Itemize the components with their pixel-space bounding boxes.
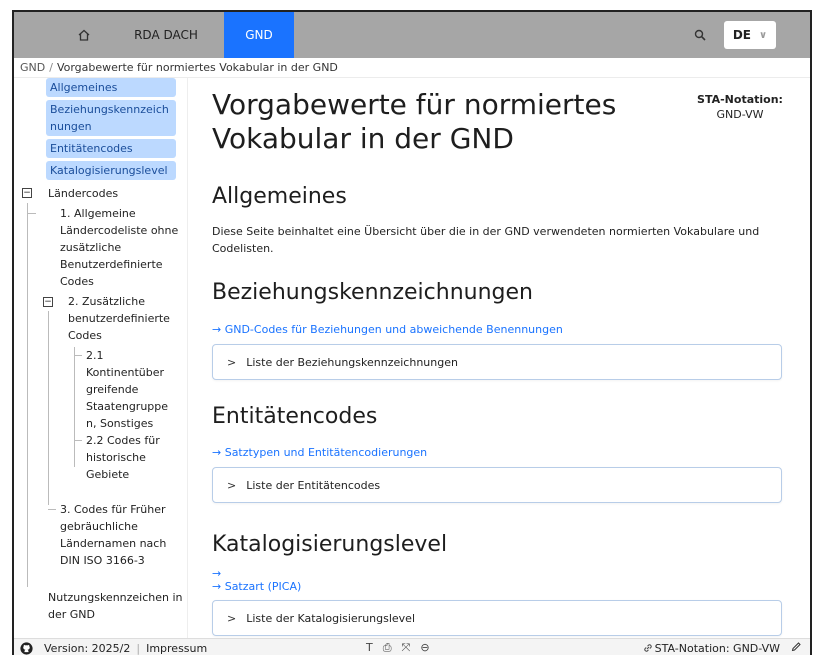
chevron-down-icon: ∨ (759, 29, 768, 41)
footer-tools: T ⎙ ⤧ ⊖ (366, 641, 430, 655)
sidebar-item-label: 3. Codes für Früher gebräuchliche Länder… (60, 503, 167, 567)
footer-sta-notation-label: STA-Notation: GND-VW (654, 641, 780, 655)
sidebar-item-kontinentuebergreifende[interactable]: 2.1 Kontinentüber greifende Staatengrupp… (86, 347, 176, 432)
sidebar-item-fruehere-laendernamen[interactable]: 3. Codes für Früher gebräuchliche Länder… (60, 501, 184, 569)
footer-sta-notation[interactable]: STA-Notation: GND-VW (643, 642, 780, 655)
collapse-toggle-icon[interactable]: − (43, 297, 53, 307)
sidebar-item-label: Ländercodes (48, 187, 119, 200)
footer: Version: 2025/2 | Impressum T ⎙ ⤧ ⊖ STA-… (14, 638, 810, 655)
sidebar-item-allgemeines[interactable]: Allgemeines (46, 78, 176, 97)
tree-guide-line (74, 347, 75, 467)
link-gnd-codes-beziehungen[interactable]: → GND-Codes für Beziehungen und abweiche… (212, 323, 563, 336)
link-icon (643, 644, 652, 652)
collapse-toggle-icon[interactable]: − (22, 188, 32, 198)
tree-guide-tick (74, 440, 82, 441)
breadcrumb-root[interactable]: GND (20, 61, 45, 74)
link-satzart-pica[interactable]: → Satzart (PICA) (212, 580, 301, 593)
footer-impressum-link[interactable]: Impressum (146, 642, 207, 655)
sidebar-item-label: Nutzungskennzeichen in der GND (48, 591, 183, 621)
tree-guide-tick (28, 213, 36, 214)
sidebar-item-label: Allgemeines (50, 81, 118, 94)
sidebar-item-beziehungskennzeichnungen[interactable]: Beziehungskennzeich nungen (46, 100, 176, 136)
page-title: Vorgabewerte für normiertes Vokabular in… (212, 88, 617, 155)
sidebar-item-label: 2.1 Kontinentüber greifende Staatengrupp… (86, 349, 169, 430)
nav-item-gnd[interactable]: GND (224, 12, 294, 58)
breadcrumb-separator: / (49, 61, 53, 74)
breadcrumb: GND / Vorgabewerte für normiertes Vokabula… (14, 58, 810, 78)
expand-icon[interactable]: ⤧ (402, 641, 411, 655)
chevron-right-icon: > (227, 355, 237, 369)
tree-guide-tick (48, 509, 56, 510)
sidebar-item-entitaetencodes[interactable]: Entitätencodes (46, 139, 176, 158)
app-window: RDA DACH GND DE ∨ GND / Vorgabewerte für n… (12, 10, 812, 655)
nav-item-rda-dach[interactable]: RDA DACH (108, 12, 224, 58)
footer-divider: | (136, 641, 141, 655)
link-empty-arrow[interactable]: → (212, 567, 221, 580)
sidebar-item-nutzungskennzeichen[interactable]: Nutzungskennzeichen in der GND (48, 589, 184, 623)
section-heading-allgemeines: Allgemeines (212, 184, 347, 209)
section-text-allgemeines: Diese Seite beinhaltet eine Übersicht üb… (212, 225, 760, 255)
sidebar-item-laendercodes[interactable]: − Ländercodes (14, 184, 187, 203)
tree-guide-tick (74, 355, 82, 356)
sta-notation-value: GND-VW (716, 108, 764, 121)
sidebar-item-zusaetzliche-codes[interactable]: − 2. Zusätzliche benutzerdefinierte Code… (14, 293, 184, 344)
sidebar-item-label: 2. Zusätzliche benutzerdefinierte Codes (68, 295, 170, 342)
home-icon (78, 29, 90, 41)
github-icon[interactable] (20, 641, 34, 655)
text-size-icon[interactable]: T (366, 641, 373, 655)
collapse-icon[interactable]: ⊖ (420, 641, 429, 655)
print-icon[interactable]: ⎙ (383, 641, 392, 655)
section-heading-entitaetencodes: Entitätencodes (212, 404, 378, 429)
chevron-right-icon: > (227, 611, 237, 625)
chevron-right-icon: > (227, 478, 237, 492)
language-select[interactable]: DE ∨ (724, 21, 776, 49)
tree-guide-line (27, 203, 28, 587)
details-summary-label: Liste der Beziehungskennzeichnungen (246, 355, 458, 369)
search-button[interactable] (680, 12, 720, 58)
sidebar-item-label: 2.2 Codes für historische Gebiete (86, 434, 160, 481)
sidebar-item-label: Katalogisierungslevel (50, 164, 168, 177)
sidebar-item-label: Entitätencodes (50, 142, 133, 155)
edit-icon[interactable] (791, 641, 802, 655)
details-entitaetencodes[interactable]: > Liste der Entitätencodes (212, 467, 782, 503)
sidebar-item-label: 1. Allgemeine Ländercodeliste ohne zusät… (60, 207, 179, 288)
section-heading-katalogisierungslevel: Katalogisierungslevel (212, 532, 448, 557)
search-icon (694, 29, 706, 41)
section-heading-beziehung: Beziehungskennzeichnungen (212, 280, 533, 305)
sta-notation-box: STA-Notation: GND-VW (690, 92, 790, 122)
tree-guide-line (48, 311, 49, 505)
breadcrumb-current: Vorgabewerte für normiertes Vokabular in… (56, 61, 338, 74)
sidebar-item-katalogisierungslevel[interactable]: Katalogisierungslevel (46, 161, 176, 180)
nav-item-label: RDA DACH (134, 28, 198, 42)
laendercodes-children: 1. Allgemeine Ländercodeliste ohne zusät… (14, 203, 187, 587)
nav-item-label: GND (245, 28, 273, 42)
sidebar: Allgemeines Beziehungskennzeich nungen E… (14, 78, 188, 638)
sidebar-item-allgemeine-laendercodeliste[interactable]: 1. Allgemeine Ländercodeliste ohne zusät… (60, 205, 184, 290)
sidebar-item-historische-gebiete[interactable]: 2.2 Codes für historische Gebiete (86, 432, 176, 483)
details-summary-label: Liste der Katalogisierungslevel (246, 611, 416, 625)
main-content: Vorgabewerte für normiertes Vokabular in… (192, 78, 796, 638)
details-katalogisierungslevel[interactable]: > Liste der Katalogisierungslevel (212, 600, 782, 636)
footer-version: Version: 2025/2 (44, 641, 131, 655)
home-button[interactable] (60, 12, 108, 58)
details-beziehungskennzeichnungen[interactable]: > Liste der Beziehungskennzeichnungen (212, 344, 782, 380)
sidebar-item-label: Beziehungskennzeich nungen (50, 103, 169, 133)
top-navigation: RDA DACH GND DE ∨ (14, 12, 810, 58)
sta-notation-label: STA-Notation: (697, 93, 783, 106)
details-summary-label: Liste der Entitätencodes (246, 478, 381, 492)
language-value: DE (732, 28, 752, 42)
link-satztypen[interactable]: → Satztypen und Entitätencodierungen (212, 446, 427, 459)
